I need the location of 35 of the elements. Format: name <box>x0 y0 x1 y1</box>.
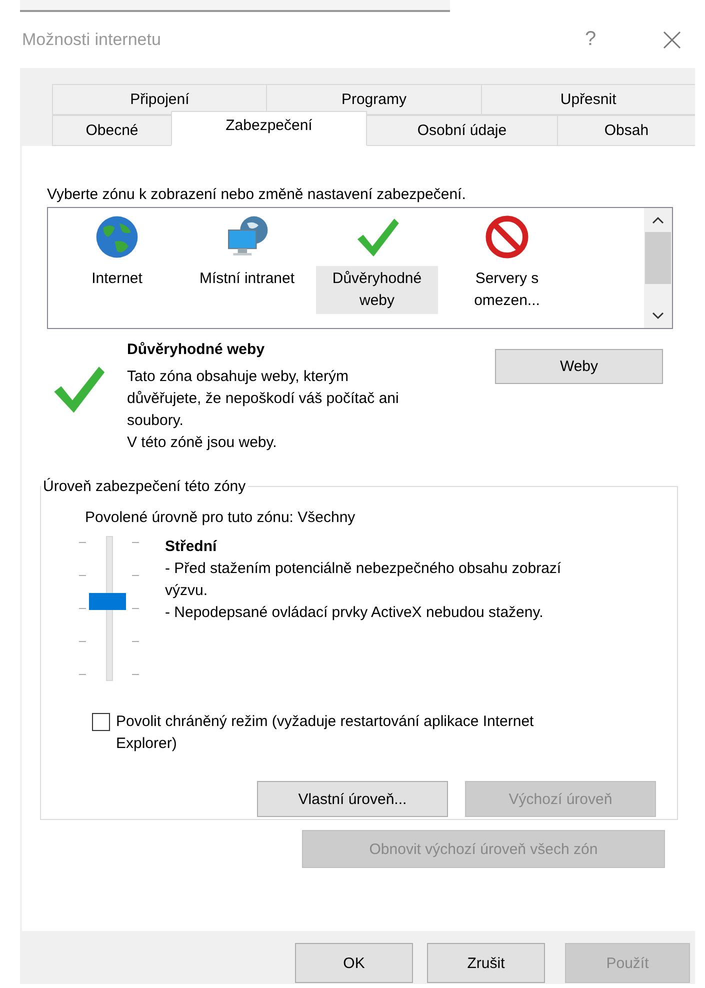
tab[interactable]: Připojení <box>52 84 268 115</box>
sites-button[interactable]: Weby <box>495 349 663 384</box>
level-detail: - Před stažením potenciálně nebezpečného obsahu zobrazí výzvu. <box>165 559 562 601</box>
no-entry-icon <box>484 214 530 260</box>
zone-item[interactable]: Důvěryhodné weby <box>316 266 438 314</box>
tab[interactable]: Upřesnit <box>480 84 695 115</box>
level-detail: - Nepodepsané ovládací prvky ActiveX nebudou staženy. <box>165 603 544 623</box>
zone-title: Důvěryhodné weby <box>127 341 266 358</box>
close-icon[interactable] <box>662 30 682 50</box>
window-title: Možnosti internetu <box>22 30 161 50</box>
level-button[interactable]: Vlastní úroveň... <box>257 781 448 817</box>
slider-thumb[interactable] <box>88 593 126 610</box>
tab[interactable]: Osobní údaje <box>366 115 558 146</box>
zone-item[interactable]: Místní intranet <box>186 266 308 292</box>
zone-item[interactable]: Servery s omezen... <box>446 266 568 314</box>
dialog-button[interactable]: OK <box>295 943 413 983</box>
tab[interactable]: Programy <box>266 84 482 115</box>
zone-item[interactable]: Internet <box>56 266 178 292</box>
scrollbar-thumb[interactable] <box>645 232 671 284</box>
checkbox[interactable] <box>92 713 110 731</box>
allowed-levels-text: Povolené úrovně pro tuto zónu: Všechny <box>85 509 356 526</box>
help-button[interactable]: ? <box>585 28 596 51</box>
zone-description: Tato zóna obsahuje weby, kterým důvěřujete, že nepoškodí váš počítač ani soubory. <box>127 367 400 431</box>
globe-icon <box>94 214 140 260</box>
tab[interactable]: Zabezpečení <box>171 111 367 146</box>
scroll-up-chevron-icon[interactable] <box>652 216 664 226</box>
zone-prompt: Vyberte zónu k zobrazení nebo změně nastavení zabezpečení. <box>47 186 467 203</box>
group-legend: Úroveň zabezpečení této zóny <box>41 478 248 495</box>
tab[interactable]: Obecné <box>52 115 172 146</box>
scroll-down-chevron-icon[interactable] <box>652 310 664 320</box>
level-name: Střední <box>165 537 218 557</box>
dialog-button[interactable]: Zrušit <box>427 943 545 983</box>
tab[interactable]: Obsah <box>557 115 695 146</box>
zone-note: V této zóně jsou weby. <box>127 433 278 453</box>
checkbox-label: Povolit chráněný režim (vyžaduje restartování aplikace Internet Explorer) <box>116 712 535 754</box>
